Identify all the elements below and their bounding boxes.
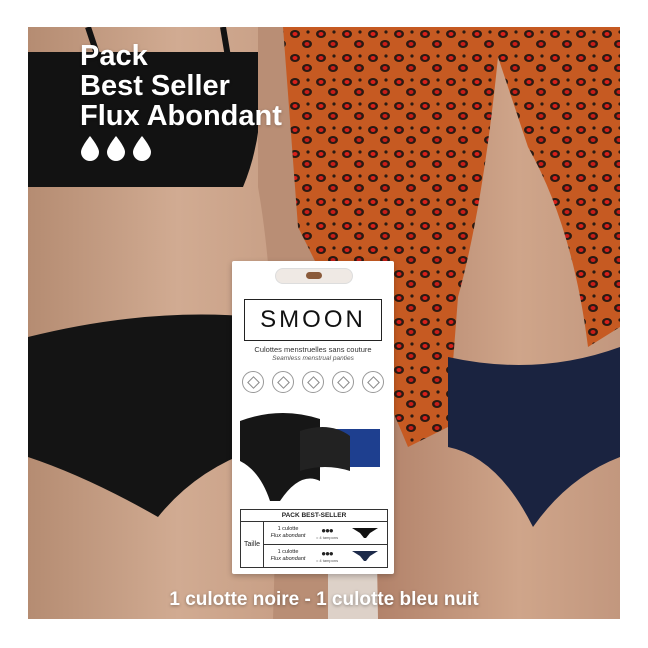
drop-icon <box>107 136 125 161</box>
pack-row: 1 culotte Flux abondant ●●● = 4 tampons <box>264 522 387 544</box>
product-subtitle-en: Seamless menstrual panties <box>272 355 354 362</box>
caption: 1 culotte noire - 1 culotte bleu nuit <box>169 589 479 610</box>
pack-title: PACK BEST-SELLER <box>241 510 387 522</box>
row-flow: Flux abondant <box>270 533 306 539</box>
headline: Pack Best Seller Flux Abondant <box>80 41 282 131</box>
brand-logo: SMOON <box>244 299 382 341</box>
row-tampons: = 4 tampons <box>315 535 339 540</box>
size-label: Taille <box>241 522 264 567</box>
feature-icon <box>332 371 354 393</box>
box-hanger <box>275 268 353 284</box>
black-panty-icon <box>351 528 378 538</box>
row-drops-icon: ●●● <box>321 549 334 558</box>
navy-panty-icon <box>351 551 378 561</box>
row-tampons: = 4 tampons <box>315 558 339 563</box>
headline-line-1: Pack <box>80 40 148 72</box>
feature-icon <box>272 371 294 393</box>
pack-table: PACK BEST-SELLER Taille 1 culotte Flux ab… <box>240 509 388 568</box>
headline-line-2: Best Seller <box>80 70 230 102</box>
feature-icon <box>362 371 384 393</box>
drop-icon <box>81 136 99 161</box>
row-qty: 1 culotte <box>277 526 299 532</box>
product-box: SMOON Culottes menstruelles sans couture… <box>232 261 394 574</box>
row-flow: Flux abondant <box>270 556 306 562</box>
flow-level-drops <box>80 135 152 161</box>
feature-icon <box>302 371 324 393</box>
feature-icon <box>242 371 264 393</box>
row-drops-icon: ●●● <box>321 526 334 535</box>
headline-line-3: Flux Abondant <box>80 100 282 132</box>
box-panties-illustration <box>240 401 388 501</box>
product-subtitle: Culottes menstruelles sans couture <box>254 345 372 354</box>
pack-row: 1 culotte Flux abondant ●●● = 4 tampons <box>264 544 387 567</box>
row-qty: 1 culotte <box>277 549 299 555</box>
feature-icons <box>242 371 384 393</box>
drop-icon <box>133 136 151 161</box>
